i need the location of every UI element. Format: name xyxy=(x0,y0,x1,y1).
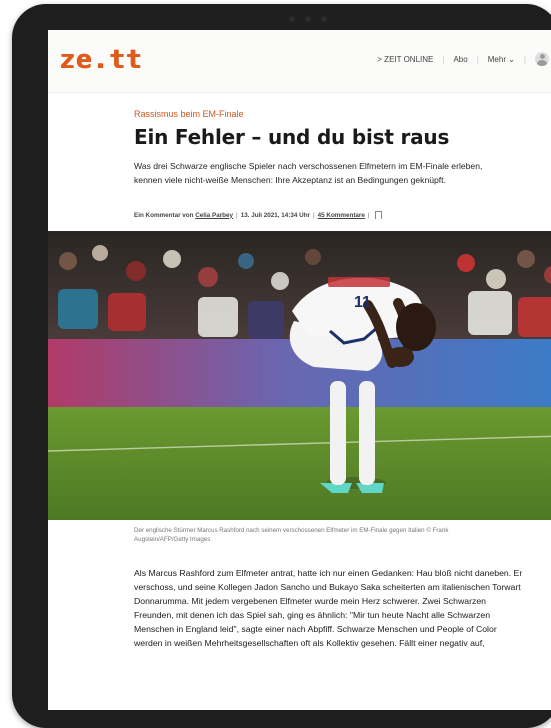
bookmark-icon[interactable] xyxy=(374,211,382,219)
nav-separator: | xyxy=(442,54,445,64)
byline-separator: | xyxy=(236,211,238,219)
site-header: ze.tt > ZEIT ONLINE | Abo | Mehr ⌄ | xyxy=(48,30,551,93)
camera-dots xyxy=(272,14,344,24)
byline-separator: | xyxy=(313,211,315,219)
nav-separator: | xyxy=(476,54,479,64)
shirt-number: 11 xyxy=(354,294,371,311)
article-byline: Ein Kommentar von Celia Parbey | 13. Jul… xyxy=(134,211,503,219)
article-kicker: Rassismus beim EM-Finale xyxy=(134,109,244,119)
hero-photo-illustration: 11 xyxy=(48,231,551,520)
hero-image: 11 xyxy=(48,231,551,520)
screen: ze.tt > ZEIT ONLINE | Abo | Mehr ⌄ | Ras… xyxy=(48,30,551,710)
article-title: Ein Fehler – und du bist raus xyxy=(134,125,450,149)
author-link[interactable]: Celia Parbey xyxy=(195,212,233,219)
comments-link[interactable]: 45 Kommentare xyxy=(318,212,365,219)
nav-link-zeit-online[interactable]: > ZEIT ONLINE xyxy=(377,55,433,64)
header-nav: > ZEIT ONLINE | Abo | Mehr ⌄ | xyxy=(377,52,549,66)
article-lead: Was drei Schwarze englische Spieler nach… xyxy=(134,161,483,185)
nav-link-abo[interactable]: Abo xyxy=(453,55,467,64)
article-body: Als Marcus Rashford zum Elfmeter antrat,… xyxy=(134,568,523,648)
nav-separator: | xyxy=(523,54,526,64)
nav-menu-mehr[interactable]: Mehr ⌄ xyxy=(488,55,515,64)
user-avatar-icon[interactable] xyxy=(535,52,549,66)
byline-prefix: Ein Kommentar von xyxy=(134,211,194,219)
publish-date: 13. Juli 2021, 14:34 Uhr xyxy=(240,211,310,219)
site-logo[interactable]: ze.tt xyxy=(59,45,142,75)
article-header: Rassismus beim EM-Finale Ein Fehler – un… xyxy=(48,109,551,219)
tablet-frame: ze.tt > ZEIT ONLINE | Abo | Mehr ⌄ | Ras… xyxy=(12,4,551,728)
byline-separator: | xyxy=(367,211,370,219)
image-caption: Der englische Stürmer Marcus Rashford na… xyxy=(134,527,449,543)
